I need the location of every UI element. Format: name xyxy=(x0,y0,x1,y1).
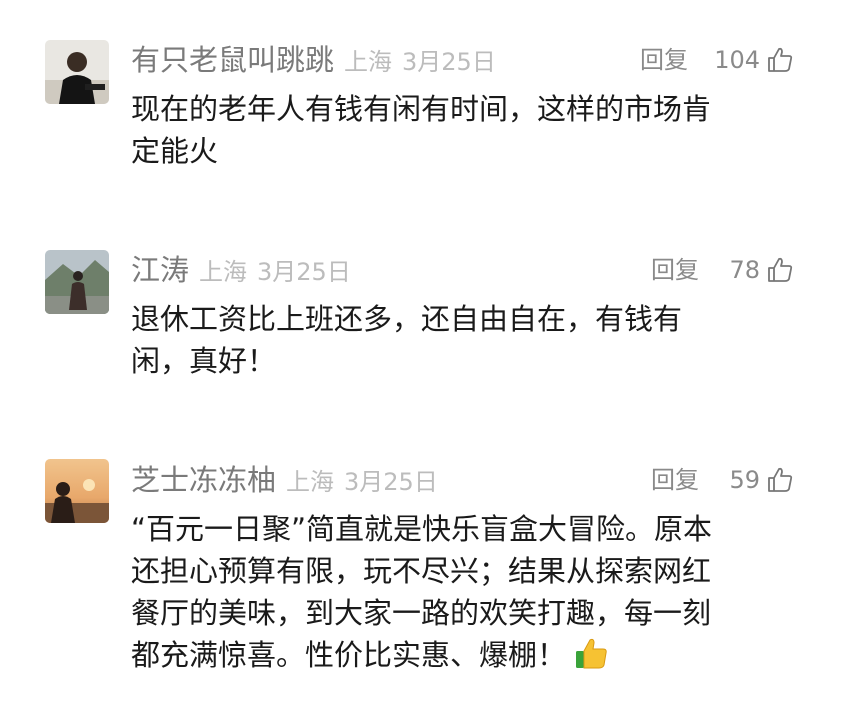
comment-text: 现在的老年人有钱有闲有时间，这样的市场肯 定能火 xyxy=(131,92,712,168)
username[interactable]: 芝士冻冻柚 上海 3月25日 xyxy=(131,462,438,500)
avatar[interactable] xyxy=(45,459,109,523)
date: 3月25日 xyxy=(344,468,438,496)
avatar-mountain-icon xyxy=(45,250,109,314)
avatar[interactable] xyxy=(45,40,109,104)
username[interactable]: 江涛 上海 3月25日 xyxy=(131,252,351,290)
comment-text: 退休工资比上班还多，还自由自在，有钱有 闲，真好！ xyxy=(131,302,683,378)
thumbs-up-icon[interactable] xyxy=(766,466,794,494)
username-text[interactable]: 芝士冻冻柚 xyxy=(131,463,276,497)
avatar-man-icon xyxy=(45,40,109,104)
like-count: 59 xyxy=(729,466,760,494)
reply-button[interactable]: 回复 xyxy=(640,42,688,78)
reply-button[interactable]: 回复 xyxy=(651,462,699,498)
like-count: 104 xyxy=(714,46,760,74)
thumbs-up-emoji-icon xyxy=(576,638,607,669)
location: 上海 xyxy=(199,258,248,286)
username[interactable]: 有只老鼠叫跳跳 上海 3月25日 xyxy=(131,42,496,80)
avatar-sunset-icon xyxy=(45,459,109,523)
comment-text-content: “百元一日聚”简直就是快乐盲盒大冒险。原本 还担心预算有限，玩不尽兴；结果从探索… xyxy=(131,512,713,672)
comment-text: “百元一日聚”简直就是快乐盲盒大冒险。原本 还担心预算有限，玩不尽兴；结果从探索… xyxy=(131,508,791,676)
avatar[interactable] xyxy=(45,250,109,314)
date: 3月25日 xyxy=(257,258,351,286)
location: 上海 xyxy=(286,468,335,496)
username-text[interactable]: 江涛 xyxy=(131,253,189,287)
thumbs-up-icon[interactable] xyxy=(766,256,794,284)
username-text[interactable]: 有只老鼠叫跳跳 xyxy=(131,43,334,77)
date: 3月25日 xyxy=(402,48,496,76)
thumbs-up-icon[interactable] xyxy=(766,46,794,74)
reply-button[interactable]: 回复 xyxy=(651,252,699,288)
location: 上海 xyxy=(344,48,393,76)
like-count: 78 xyxy=(729,256,760,284)
